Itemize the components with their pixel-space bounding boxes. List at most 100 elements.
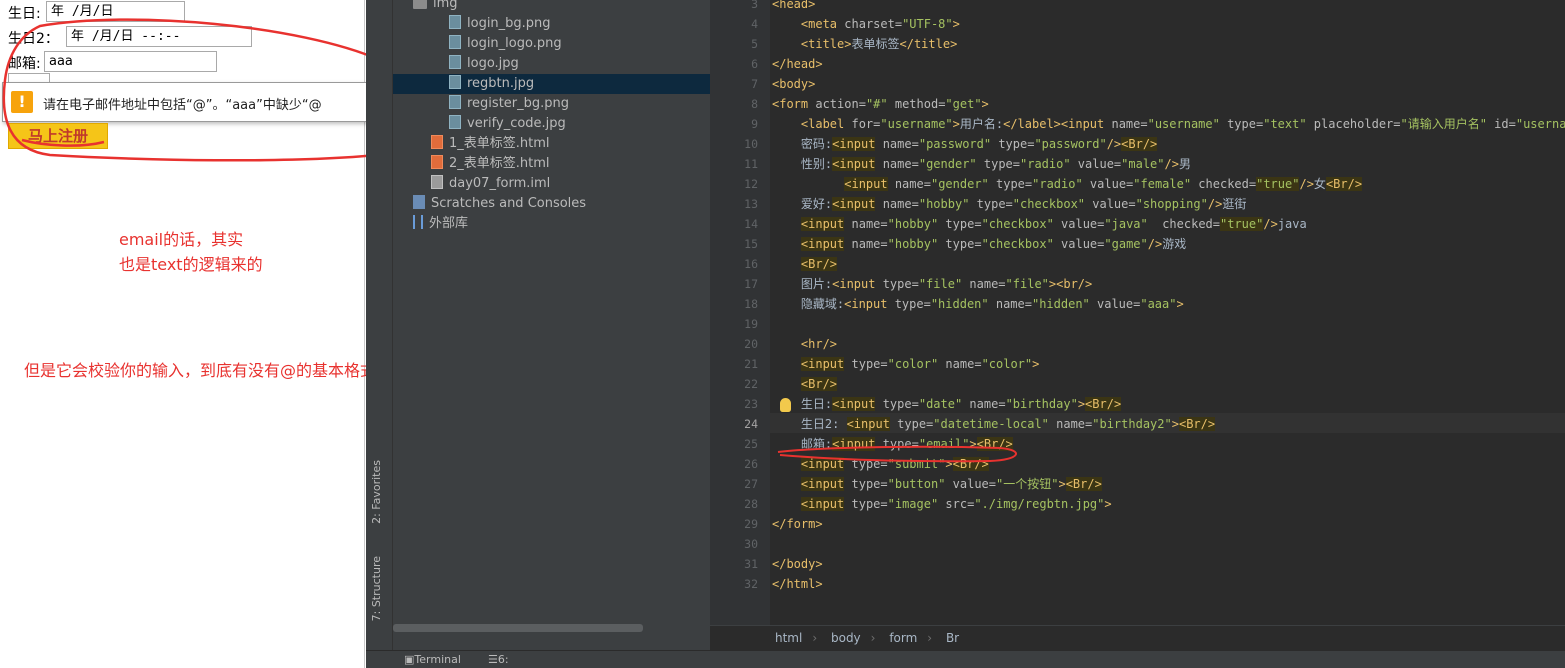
tab-structure[interactable]: 7: Structure xyxy=(370,556,383,621)
birthday2-label: 生日2： xyxy=(8,31,59,47)
breadcrumb: html › body › form › Br xyxy=(710,625,1565,650)
iml-file-icon xyxy=(431,175,443,189)
ide-window: 2: Favorites 7: Structure img login_bg.p… xyxy=(366,0,1565,668)
tree-item-external-libraries[interactable]: 外部库 xyxy=(413,214,468,234)
code-editor[interactable]: 3 4 5 6 7 8 9 10 11 12 13 14 15 16 17 18 19 20 21 22 23 24 25 2… xyxy=(710,0,1565,625)
line-number: 10 xyxy=(744,137,758,151)
code-line: <label for="username">用户名:</label><input… xyxy=(800,117,1565,131)
breadcrumb-item[interactable]: html xyxy=(775,631,802,645)
code-line-current: 生日2: <input type="datetime-local" name="… xyxy=(772,417,1216,431)
line-number: 15 xyxy=(744,237,758,251)
image-file-icon xyxy=(449,75,461,89)
code-line: </html> xyxy=(772,577,823,591)
code-line: <title>表单标签</title> xyxy=(800,37,958,51)
line-number: 26 xyxy=(744,457,758,471)
line-number: 6 xyxy=(751,57,758,71)
code-line: <input name="hobby" type="checkbox" valu… xyxy=(800,217,1307,231)
code-line: </body> xyxy=(772,557,823,571)
line-number: 11 xyxy=(744,157,758,171)
breadcrumb-item[interactable]: body xyxy=(831,631,861,645)
code-line: <input type="button" value="一个按钮"><Br/> xyxy=(800,477,1102,491)
code-line: <body> xyxy=(772,77,816,91)
library-icon xyxy=(413,215,423,229)
line-number: 24 xyxy=(744,417,758,431)
line-number: 31 xyxy=(744,557,758,571)
code-line: <input type="submit"><Br/> xyxy=(800,457,989,471)
horizontal-scrollbar[interactable] xyxy=(393,624,643,632)
birthday2-datetime-input[interactable]: 年 /月/日 --:-- xyxy=(66,26,252,47)
annotation-line-2: 也是text的逻辑来的 xyxy=(119,255,263,274)
tree-item[interactable]: login_logo.png xyxy=(449,34,562,54)
image-file-icon xyxy=(449,115,461,129)
tab-favorites[interactable]: 2: Favorites xyxy=(370,460,383,524)
tool-window-strip: 2: Favorites 7: Structure xyxy=(366,0,393,650)
html-file-icon xyxy=(431,155,443,169)
project-tree: img login_bg.png login_logo.png logo.jpg… xyxy=(393,0,710,650)
tree-item-scratches[interactable]: Scratches and Consoles xyxy=(413,194,586,214)
code-line: 隐藏域:<input type="hidden" name="hidden" v… xyxy=(772,297,1184,311)
tree-item-img-folder[interactable]: img xyxy=(413,0,458,14)
annotation-line-3: 但是它会校验你的输入，到底有没有@的基本格式等 xyxy=(24,361,393,380)
code-line: 性别:<input name="gender" type="radio" val… xyxy=(772,157,1191,171)
line-number: 13 xyxy=(744,197,758,211)
code-line: <form action="#" method="get"> xyxy=(772,97,989,111)
validation-tooltip: ! 请在电子邮件地址中包括“@”。“aaa”中缺少“@ xyxy=(2,82,382,122)
breadcrumb-item[interactable]: form xyxy=(889,631,917,645)
code-line: <input name="hobby" type="checkbox" valu… xyxy=(800,237,1187,251)
code-line: 邮箱:<input type="email"><Br/> xyxy=(772,437,1013,451)
line-number: 18 xyxy=(744,297,758,311)
code-line: </form> xyxy=(772,517,823,531)
code-line: <input name="gender" type="radio" value=… xyxy=(844,177,1363,191)
image-file-icon xyxy=(449,15,461,29)
breadcrumb-item[interactable]: Br xyxy=(946,631,959,645)
validation-message: 请在电子邮件地址中包括“@”。“aaa”中缺少“@ xyxy=(43,98,322,113)
register-image-button[interactable]: 马上注册 xyxy=(8,123,108,149)
code-line: <head> xyxy=(772,0,816,11)
line-number: 19 xyxy=(744,317,758,331)
line-number: 27 xyxy=(744,477,758,491)
html-file-icon xyxy=(431,135,443,149)
tree-item[interactable]: verify_code.jpg xyxy=(449,114,566,134)
line-number: 23 xyxy=(744,397,758,411)
warning-icon: ! xyxy=(11,91,33,113)
line-number: 7 xyxy=(751,77,758,91)
tree-item[interactable]: login_bg.png xyxy=(449,14,551,34)
tree-item-selected[interactable]: regbtn.jpg xyxy=(393,74,710,94)
line-number: 4 xyxy=(751,17,758,31)
code-line: <Br/> xyxy=(800,257,838,271)
line-number: 29 xyxy=(744,517,758,531)
line-number: 5 xyxy=(751,37,758,51)
terminal-tab[interactable]: ▣ Terminal xyxy=(404,651,461,668)
status-bar: ▣ Terminal ☰ 6: TODO xyxy=(366,650,1565,668)
scratches-icon xyxy=(413,195,425,209)
tree-item[interactable]: 1_表单标签.html xyxy=(431,134,550,154)
line-number: 28 xyxy=(744,497,758,511)
tree-item[interactable]: 2_表单标签.html xyxy=(431,154,550,174)
annotation-line-1: email的话，其实 xyxy=(119,230,244,249)
browser-preview: 生日: 年 /月/日 生日2： 年 /月/日 --:-- 邮箱: aaa ! 请… xyxy=(0,0,435,668)
code-line: <hr/> xyxy=(800,337,838,351)
code-line: 图片:<input type="file" name="file"><br/> xyxy=(772,277,1093,291)
line-number: 8 xyxy=(751,97,758,111)
code-line: 密码:<input name="password" type="password… xyxy=(772,137,1158,151)
code-line: 生日:<input type="date" name="birthday"><B… xyxy=(772,397,1122,411)
line-number: 17 xyxy=(744,277,758,291)
tree-item[interactable]: day07_form.iml xyxy=(431,174,550,194)
line-number: 22 xyxy=(744,377,758,391)
line-number: 25 xyxy=(744,437,758,451)
line-number: 30 xyxy=(744,537,758,551)
lightbulb-icon[interactable] xyxy=(780,398,791,412)
code-line: </head> xyxy=(772,57,823,71)
todo-tab[interactable]: ☰ 6: TODO xyxy=(488,651,509,668)
line-number: 20 xyxy=(744,337,758,351)
tree-item[interactable]: register_bg.png xyxy=(449,94,569,114)
image-file-icon xyxy=(449,55,461,69)
line-number: 9 xyxy=(751,117,758,131)
line-number: 12 xyxy=(744,177,758,191)
code-line: <Br/> xyxy=(800,377,838,391)
birthday-date-input[interactable]: 年 /月/日 xyxy=(46,1,185,22)
email-input[interactable]: aaa xyxy=(44,51,217,72)
line-number: 16 xyxy=(744,257,758,271)
tree-item[interactable]: logo.jpg xyxy=(449,54,519,74)
line-number: 14 xyxy=(744,217,758,231)
